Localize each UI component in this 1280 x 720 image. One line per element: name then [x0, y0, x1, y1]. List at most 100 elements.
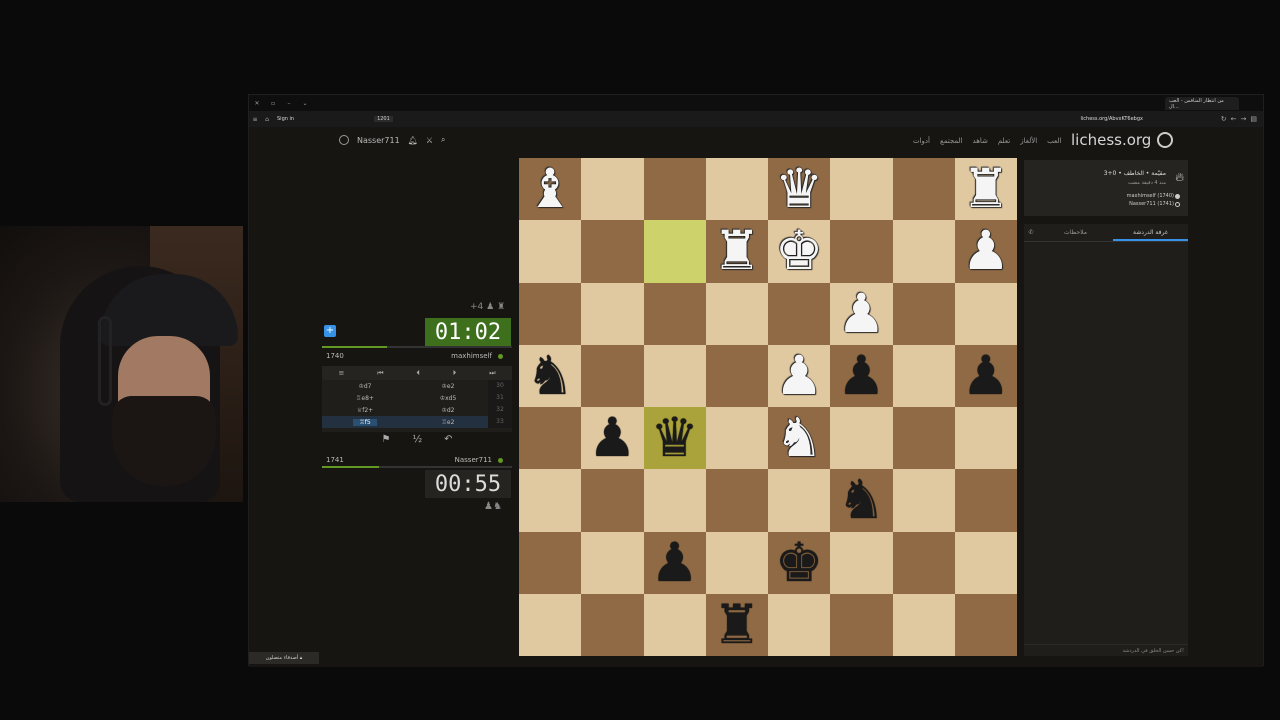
square-g6[interactable]	[892, 282, 955, 345]
black-pawn-piece[interactable]: ♟	[588, 411, 636, 465]
square-g1[interactable]	[892, 593, 955, 656]
swords-icon[interactable]: ⚔	[426, 136, 433, 145]
white-pawn-piece[interactable]: ♟	[837, 286, 885, 341]
takeback-icon[interactable]: ↶	[444, 434, 452, 448]
square-c4[interactable]: ♛	[643, 407, 706, 470]
square-f3[interactable]: ♞	[830, 469, 893, 532]
square-d8[interactable]	[705, 158, 768, 221]
white-pawn-piece[interactable]: ♟	[775, 348, 823, 403]
last-move-icon[interactable]: ⏭	[489, 369, 495, 378]
square-e5[interactable]: ♟	[768, 344, 831, 407]
square-a6[interactable]	[519, 282, 582, 345]
square-e3[interactable]	[768, 469, 831, 532]
square-e7[interactable]: ♚	[768, 220, 831, 283]
square-a4[interactable]	[519, 407, 582, 470]
square-b8[interactable]	[581, 158, 644, 221]
black-king-piece[interactable]: ♚	[775, 535, 823, 590]
square-h3[interactable]	[954, 469, 1017, 532]
chevron-down-icon[interactable]: ⌄	[297, 100, 313, 107]
square-c1[interactable]	[643, 593, 706, 656]
minimize-window-icon[interactable]: –	[281, 100, 297, 107]
square-e6[interactable]	[768, 282, 831, 345]
browser-tab[interactable]: من انتظار المنافس - العب ال...	[1165, 97, 1239, 110]
square-g2[interactable]	[892, 531, 955, 594]
square-h7[interactable]: ♟	[954, 220, 1017, 283]
white-player-info[interactable]: maxhimself (1740)	[1127, 193, 1174, 199]
square-a2[interactable]	[519, 531, 582, 594]
black-queen-piece[interactable]: ♛	[650, 411, 698, 465]
square-b3[interactable]	[581, 469, 644, 532]
square-f7[interactable]	[830, 220, 893, 283]
username[interactable]: Nasser711	[357, 136, 400, 145]
square-b2[interactable]	[581, 531, 644, 594]
bell-icon[interactable]: 🔔︎	[408, 136, 418, 145]
sidebar-icon[interactable]: ▤	[1250, 115, 1257, 123]
square-c2[interactable]: ♟	[643, 531, 706, 594]
black-rook-piece[interactable]: ♜	[713, 597, 761, 652]
close-window-icon[interactable]: ✕	[249, 100, 265, 107]
square-g5[interactable]	[892, 344, 955, 407]
square-f1[interactable]	[830, 593, 893, 656]
square-c3[interactable]	[643, 469, 706, 532]
square-c5[interactable]	[643, 344, 706, 407]
square-g8[interactable]	[892, 158, 955, 221]
square-d5[interactable]	[705, 344, 768, 407]
square-e2[interactable]: ♚	[768, 531, 831, 594]
square-e1[interactable]	[768, 593, 831, 656]
square-d3[interactable]	[705, 469, 768, 532]
move-white[interactable]: ♖e2	[408, 419, 488, 426]
black-pawn-piece[interactable]: ♟	[837, 348, 885, 403]
move-black[interactable]: ♖f5	[322, 418, 408, 426]
black-pawn-piece[interactable]: ♟	[650, 535, 698, 590]
maximize-window-icon[interactable]: ▫	[265, 100, 281, 107]
move-black[interactable]: ♕f2+	[322, 407, 408, 414]
move-black[interactable]: ♖e8+	[322, 395, 408, 402]
square-e4[interactable]: ♞	[768, 407, 831, 470]
square-b4[interactable]: ♟	[581, 407, 644, 470]
square-d4[interactable]	[705, 407, 768, 470]
square-a7[interactable]	[519, 220, 582, 283]
sign-in-button[interactable]: Sign in	[277, 116, 294, 122]
menu-icon[interactable]: ≡	[249, 116, 261, 123]
square-d2[interactable]	[705, 531, 768, 594]
square-c6[interactable]	[643, 282, 706, 345]
move-white[interactable]: ♔e2	[408, 383, 488, 390]
square-a3[interactable]	[519, 469, 582, 532]
square-g4[interactable]	[892, 407, 955, 470]
search-icon[interactable]: ⌕	[441, 135, 445, 145]
site-logo[interactable]: lichess.org	[1071, 131, 1174, 149]
nav-tools[interactable]: أدوات	[913, 137, 930, 145]
white-pawn-piece[interactable]: ♟	[962, 224, 1010, 278]
black-player-info[interactable]: Nasser711 (1741)	[1129, 201, 1174, 207]
tab-notes[interactable]: ملاحظات	[1038, 229, 1113, 236]
square-h8[interactable]: ♜	[954, 158, 1017, 221]
square-h6[interactable]	[954, 282, 1017, 345]
move-white[interactable]: ♔xd5	[408, 395, 488, 402]
white-rook-piece[interactable]: ♜	[962, 162, 1010, 216]
tab-chat-room[interactable]: غرفة الدردشة	[1113, 224, 1188, 241]
move-white[interactable]: ♔d2	[408, 407, 488, 414]
offer-draw-icon[interactable]: ½	[412, 434, 422, 448]
white-rook-piece[interactable]: ♜	[713, 224, 761, 278]
square-d6[interactable]	[705, 282, 768, 345]
square-c8[interactable]	[643, 158, 706, 221]
square-d7[interactable]: ♜	[705, 220, 768, 283]
square-d1[interactable]: ♜	[705, 593, 768, 656]
white-queen-piece[interactable]: ♛	[775, 162, 823, 216]
square-h2[interactable]	[954, 531, 1017, 594]
chess-board[interactable]: ♝ ♛ ♜ ♜ ♚ ♟ ♟ ♞ ♟ ♟ ♟ ♟ ♛ ♞ ♞ ♟ ♚ ♜	[519, 158, 1017, 656]
square-b7[interactable]	[581, 220, 644, 283]
black-pawn-piece[interactable]: ♟	[962, 348, 1010, 403]
square-f6[interactable]: ♟	[830, 282, 893, 345]
square-f8[interactable]	[830, 158, 893, 221]
black-knight-piece[interactable]: ♞	[837, 473, 885, 527]
square-c7[interactable]	[643, 220, 706, 283]
square-f5[interactable]: ♟	[830, 344, 893, 407]
square-h4[interactable]	[954, 407, 1017, 470]
square-f2[interactable]	[830, 531, 893, 594]
player-name[interactable]: Nasser711	[455, 456, 492, 464]
chat-input[interactable]: كن حسن الخلق في الدردشة!	[1024, 644, 1188, 656]
square-g3[interactable]	[892, 469, 955, 532]
nav-learn[interactable]: تعلم	[998, 137, 1010, 145]
square-b6[interactable]	[581, 282, 644, 345]
